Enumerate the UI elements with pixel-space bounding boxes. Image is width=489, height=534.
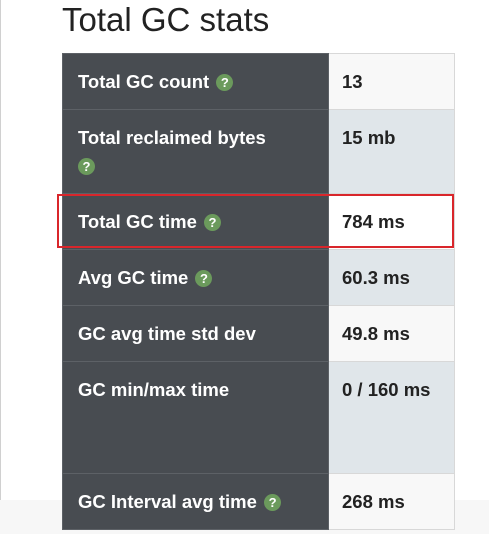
table-row-total-reclaimed-bytes: Total reclaimed bytes ? 15 mb <box>62 109 455 194</box>
table-row-gc-avg-time-std-dev: GC avg time std dev 49.8 ms <box>62 305 455 362</box>
question-circle-icon[interactable]: ? <box>78 158 95 175</box>
row-label: GC min/max time <box>78 379 230 400</box>
row-label-cell: Total GC time ? <box>62 193 329 250</box>
row-value: 60.3 ms <box>328 249 455 306</box>
table-row-gc-min-max-time: GC min/max time 0 / 160 ms <box>62 361 455 474</box>
row-value: 13 <box>328 53 455 110</box>
gc-stats-page: Total GC stats Total GC count ? 13 Total… <box>0 0 489 534</box>
row-value: 49.8 ms <box>328 305 455 362</box>
row-label-cell: Avg GC time ? <box>62 249 329 306</box>
row-label: Total GC time <box>78 211 197 232</box>
row-label: GC Interval avg time <box>78 491 257 512</box>
row-value: 0 / 160 ms <box>328 361 455 474</box>
question-circle-icon[interactable]: ? <box>204 214 222 231</box>
row-label-cell: GC avg time std dev <box>62 305 329 362</box>
page-title: Total GC stats <box>62 1 270 38</box>
row-value: 268 ms <box>328 473 455 530</box>
row-label: Total GC count <box>78 71 210 92</box>
left-divider <box>0 0 1 534</box>
table-row-avg-gc-time: Avg GC time ? 60.3 ms <box>62 249 455 306</box>
gc-stats-table: Total GC count ? 13 Total reclaimed byte… <box>62 53 455 530</box>
row-label-cell: GC Interval avg time ? <box>62 473 329 530</box>
row-label: GC avg time std dev <box>78 323 256 344</box>
row-value: 784 ms <box>328 193 455 250</box>
row-label: Total reclaimed bytes <box>78 127 266 148</box>
row-label-cell: Total GC count ? <box>62 53 329 110</box>
row-label-cell: Total reclaimed bytes ? <box>62 109 329 194</box>
question-circle-icon[interactable]: ? <box>264 494 282 511</box>
row-label: Avg GC time <box>78 267 189 288</box>
question-circle-icon[interactable]: ? <box>195 270 213 287</box>
row-label-cell: GC min/max time <box>62 361 329 474</box>
table-row-gc-interval-avg-time: GC Interval avg time ? 268 ms <box>62 473 455 530</box>
question-circle-icon[interactable]: ? <box>216 74 234 91</box>
table-row-total-gc-count: Total GC count ? 13 <box>62 53 455 110</box>
row-value: 15 mb <box>328 109 455 194</box>
table-row-total-gc-time: Total GC time ? 784 ms <box>62 193 455 250</box>
